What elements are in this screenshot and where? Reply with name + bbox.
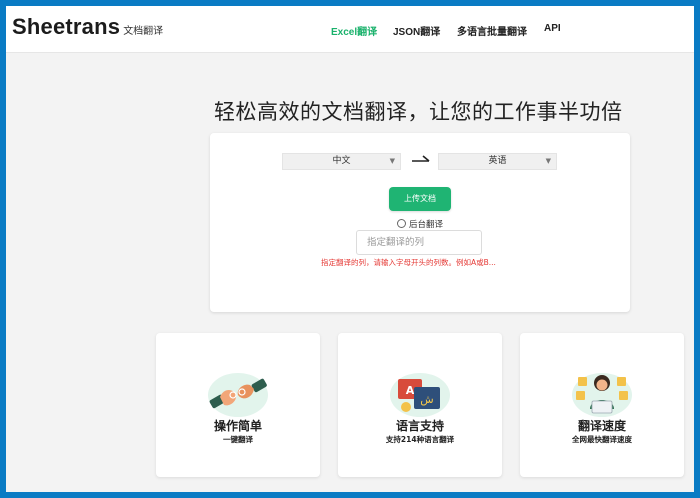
logo-text: Sheetrans [12, 14, 121, 39]
feature-card-easy: 操作简单 一键翻译 [156, 333, 320, 477]
chevron-down-icon: ▼ [545, 157, 551, 165]
feature-title: 操作简单 [213, 419, 262, 433]
nav-multilang[interactable]: 多语言批量翻译 [457, 23, 527, 38]
feature-subtitle: 一键翻译 [223, 435, 253, 444]
app-frame: Sheetrans 文档翻译 Excel翻译 JSON翻译 多语言批量翻译 API… [6, 6, 694, 492]
background-translate-label: 后台翻译 [409, 220, 444, 230]
nav-excel[interactable]: Excel翻译 [331, 23, 377, 38]
background-translate-option[interactable]: 后台翻译 [397, 218, 443, 230]
feature-card-languages: A ش 语言支持 支持214种语言翻译 [338, 333, 502, 477]
source-lang-select[interactable]: 中文 ▼ [282, 153, 401, 170]
target-lang-value: 英语 [488, 156, 507, 166]
header: Sheetrans 文档翻译 Excel翻译 JSON翻译 多语言批量翻译 API [6, 6, 694, 53]
svg-text:A: A [406, 384, 415, 397]
feature-title: 语言支持 [395, 419, 444, 433]
feature-subtitle: 支持214种语言翻译 [385, 435, 455, 444]
page-headline: 轻松高效的文档翻译，让您的工作事半功倍 [214, 100, 623, 124]
svg-text:ش: ش [420, 393, 433, 406]
hands-icon [208, 373, 268, 417]
feature-subtitle: 全网最快翻译速度 [572, 435, 632, 444]
logo[interactable]: Sheetrans 文档翻译 [12, 14, 163, 40]
logo-subtitle: 文档翻译 [123, 26, 164, 37]
translator-person-icon [572, 373, 632, 417]
target-lang-select[interactable]: 英语 ▼ [438, 153, 557, 170]
source-lang-value: 中文 [332, 156, 351, 166]
arrow-right-icon [412, 155, 430, 162]
nav-json[interactable]: JSON翻译 [393, 23, 440, 38]
translate-panel: 中文 ▼ 英语 ▼ 上传文档 后台翻译 指定翻译的列，请输入字母开头的列数。例如… [210, 133, 630, 312]
column-hint: 指定翻译的列，请输入字母开头的列数。例如A或B... [321, 258, 496, 267]
chevron-down-icon: ▼ [389, 157, 395, 165]
feature-card-speed: 翻译速度 全网最快翻译速度 [520, 333, 684, 477]
column-input[interactable] [356, 230, 482, 255]
nav-api[interactable]: API [544, 23, 561, 34]
language-icon: A ش [390, 373, 450, 417]
feature-title: 翻译速度 [577, 419, 626, 433]
radio-button[interactable] [397, 219, 406, 228]
upload-button[interactable]: 上传文档 [389, 187, 451, 211]
